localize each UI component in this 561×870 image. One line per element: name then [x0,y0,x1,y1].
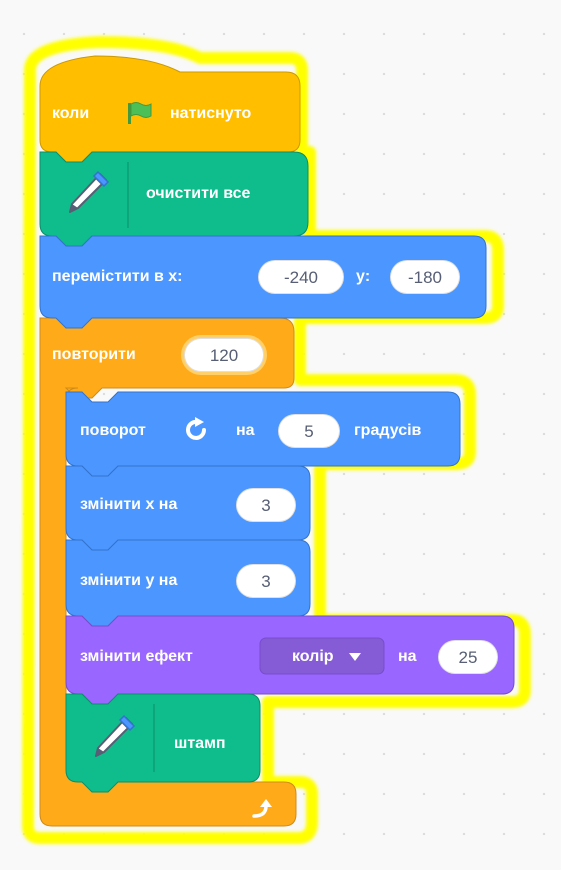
hat-label-end: натиснуто [170,105,252,122]
turn-value-input[interactable]: 5 [278,414,340,448]
effect-on-label: на [398,648,417,665]
change-x-input[interactable]: 3 [236,488,296,522]
effect-label: змінити ефект [80,648,193,665]
hat-label-start: коли [52,105,90,122]
code-workspace[interactable]: коли натиснуто очистити все перемістити … [0,0,561,870]
green-flag-icon [128,102,152,124]
pen-icon [69,170,110,213]
rotate-right-icon [186,417,206,440]
goto-y-label: y: [356,268,371,285]
goto-y-input[interactable]: -180 [390,260,460,294]
stamp-label: штамп [174,735,226,752]
turn-on-label: на [236,422,255,439]
change-x-label: змінити х на [80,496,178,513]
change-y-label: змінити y на [80,572,178,589]
repeat-count-input[interactable]: 120 [184,338,264,372]
pen-icon [95,714,136,757]
turn-label: поворот [80,422,146,439]
repeat-label: повторити [52,346,136,363]
clear-label: очистити все [146,185,251,202]
dropdown-arrow-icon[interactable] [348,652,362,662]
effect-value-input[interactable]: 25 [438,640,498,674]
loop-arrow-icon [252,799,272,818]
effect-dropdown-value[interactable]: колір [292,647,334,667]
change-y-input[interactable]: 3 [236,564,296,598]
goto-x-input[interactable]: -240 [258,260,344,294]
turn-degrees-label: градусів [354,422,422,439]
goto-label: перемістити в x: [52,268,183,285]
